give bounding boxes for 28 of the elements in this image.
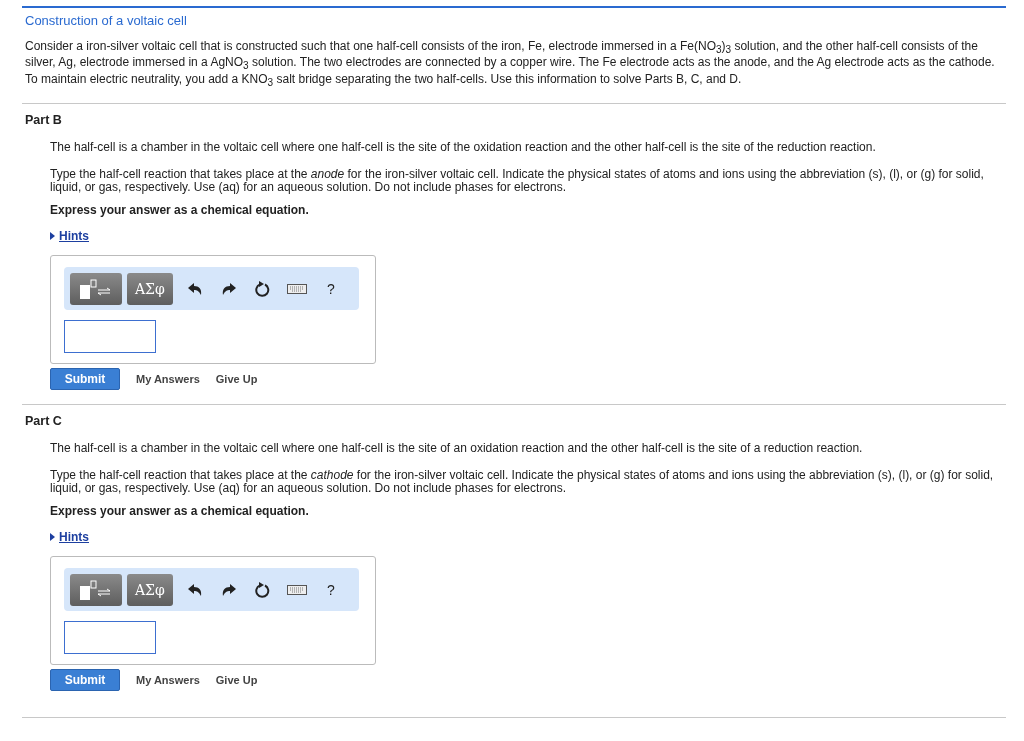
templates-button[interactable] (70, 272, 122, 305)
instruction: Type the half-cell reaction that takes place at the anode for the iron-silver voltaic cell. Indicate the physical states of atoms and ions using the abbreviation (s), (l), or (g) for solid, liquid, or gas, respectively. Use (aq) for an aqueous solution. Do not include phases for electrons. (50, 168, 985, 195)
templates-button[interactable] (70, 573, 122, 606)
caret-icon (50, 232, 55, 241)
answer-prompt: Express your answer as a chemical equation. (50, 203, 310, 218)
help-button[interactable]: ? (313, 272, 348, 305)
description: The half-cell is a chamber in the voltaic cell where one half-cell is the site of an oxidation reaction and the other half-cell is the site of a reduction reaction. (50, 442, 864, 456)
part-title: Part C (24, 414, 63, 429)
description: The half-cell is a chamber in the voltaic cell where one half-cell is the site of the oxidation reaction and the other half-cell is the site of the reduction reaction. (50, 141, 877, 155)
help-button[interactable]: ? (313, 573, 348, 606)
answer-link[interactable]: Give Up (215, 674, 258, 687)
symbols-button[interactable]: ΑΣφ (127, 573, 173, 606)
hints-link[interactable]: Hints (59, 229, 89, 244)
submit-button[interactable]: Submit (50, 368, 120, 391)
answer-link[interactable]: My Answers (136, 674, 200, 687)
part-title: Part B (24, 113, 63, 128)
symbols-button[interactable]: ΑΣφ (127, 272, 173, 305)
caret-icon (50, 533, 55, 542)
answer-link[interactable]: My Answers (136, 373, 200, 386)
intro-paragraph: Consider a iron-silver voltaic cell that is constructed such that one half-cell consists of the iron, Fe, electrode immersed in a Fe(NO$_{3}$)$_{3}$ solution, and the other half-cell consists of the silver, Ag, electrode immersed in a AgNO$_{3}$ solution. The two electrodes are connected by a copper wire. The Fe electrode acts as the anode, and the Ag electrode acts as the cathode. To maintain electric neutrality, you add a KNO$_{3}$ salt bridge separating the two half-cells. Use this information to solve Parts B, C, and D. (25, 40, 996, 90)
answer-field[interactable] (64, 621, 156, 655)
instruction: Type the half-cell reaction that takes place at the cathode for the iron-silver voltaic cell. Indicate the physical states of atoms and ions using the abbreviation (s), (l), or (g) for solid, liquid, or gas, respectively. Use (aq) for an aqueous solution. Do not include phases for electrons. (50, 469, 995, 496)
answer-field[interactable] (64, 320, 156, 354)
page-title: Construction of a voltaic cell (24, 13, 188, 28)
submit-button[interactable]: Submit (50, 669, 120, 692)
hints-link[interactable]: Hints (59, 530, 89, 545)
answer-link[interactable]: Give Up (215, 373, 258, 386)
answer-prompt: Express your answer as a chemical equation. (50, 504, 310, 519)
